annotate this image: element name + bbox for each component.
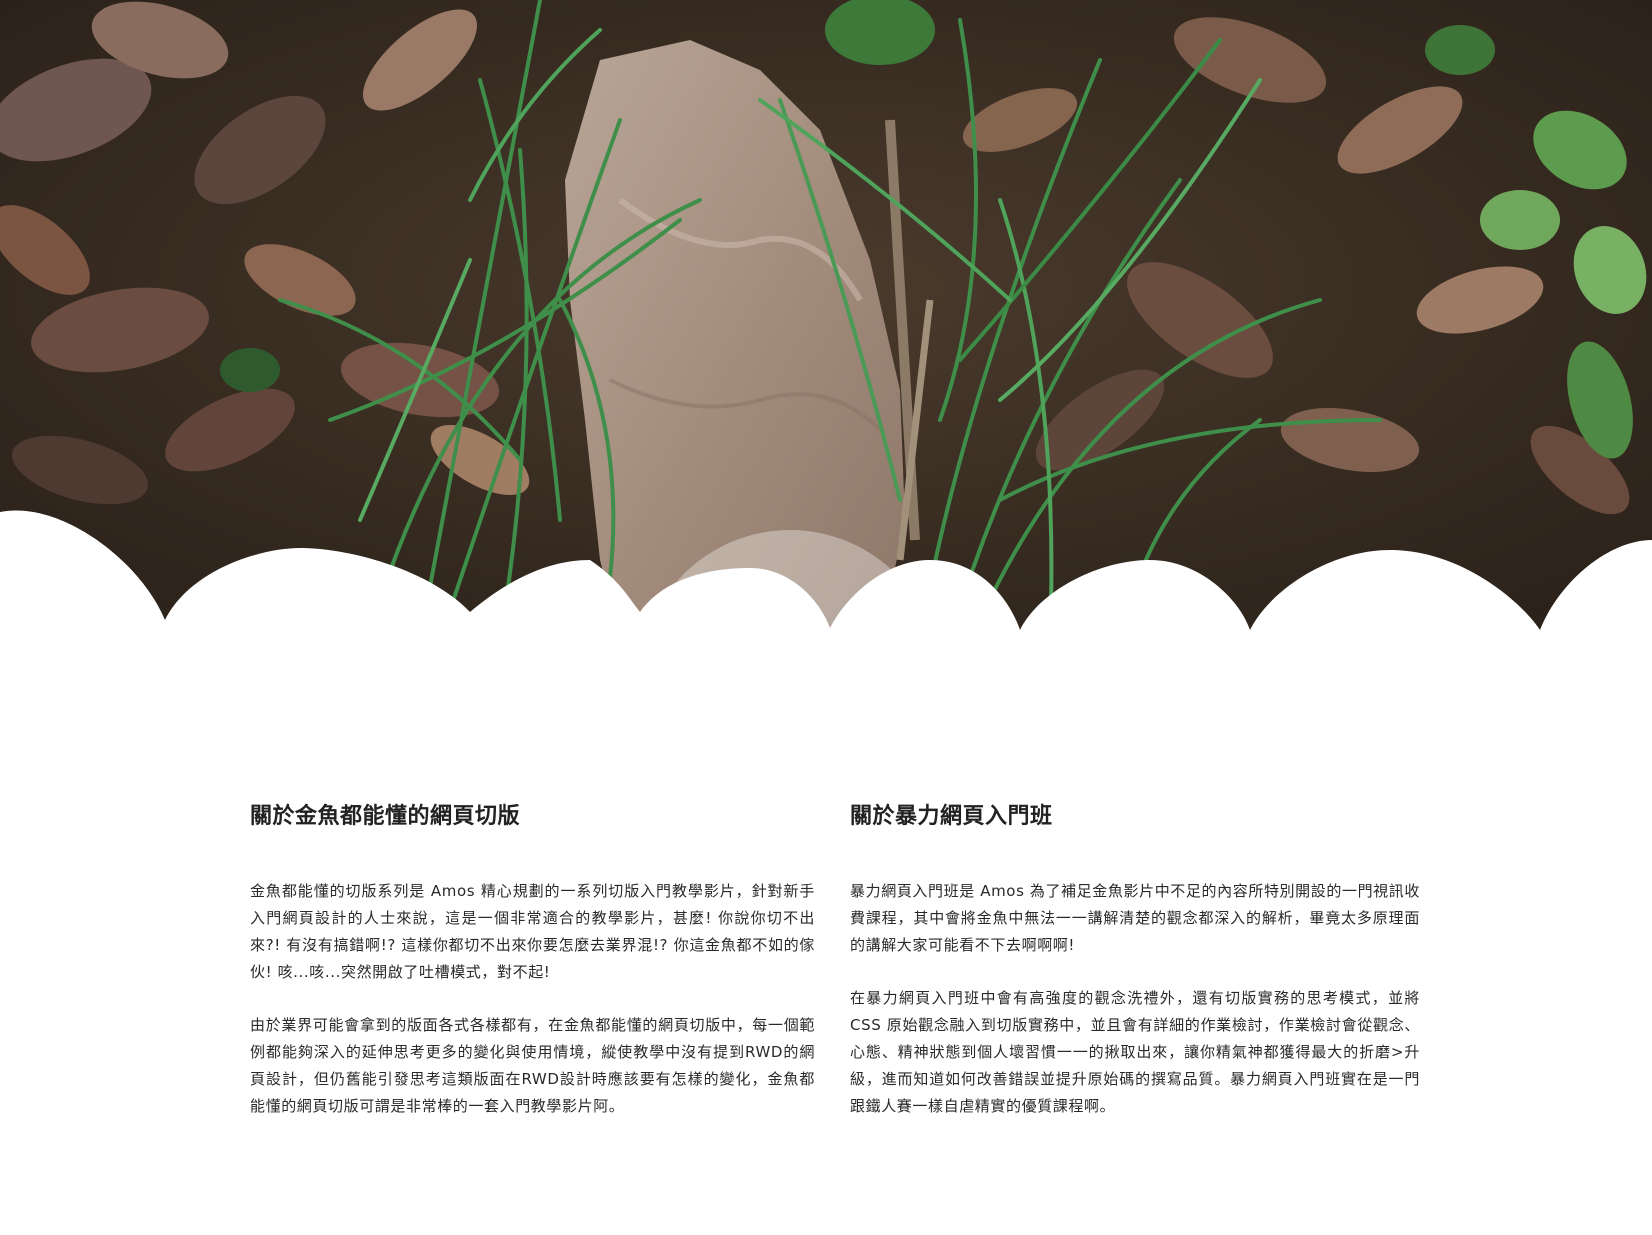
section-title: 關於暴力網頁入門班 <box>850 804 1053 829</box>
section-paragraph: 由於業界可能會拿到的版面各式各樣都有，在金魚都能懂的網頁切版中，每一個範例都能夠… <box>250 1016 815 1115</box>
hero-image <box>0 0 1652 640</box>
section-goldfish: 關於金魚都能懂的網頁切版 金魚都能懂的切版系列是 Amos 精心規劃的一系列切版… <box>250 800 815 1146</box>
section-title: 關於金魚都能懂的網頁切版 <box>250 804 521 829</box>
section-bootcamp: 關於暴力網頁入門班 暴力網頁入門班是 Amos 為了補足金魚影片中不足的內容所特… <box>850 800 1420 1146</box>
about-sections: 關於金魚都能懂的網頁切版 金魚都能懂的切版系列是 Amos 精心規劃的一系列切版… <box>250 800 1420 1146</box>
hero-photo <box>0 0 1652 640</box>
section-paragraph: 在暴力網頁入門班中會有高強度的觀念洗禮外，還有切版實務的思考模式，並將 CSS … <box>850 989 1420 1115</box>
section-paragraph: 金魚都能懂的切版系列是 Amos 精心規劃的一系列切版入門教學影片，針對新手入門… <box>250 882 815 981</box>
section-paragraph: 暴力網頁入門班是 Amos 為了補足金魚影片中不足的內容所特別開設的一門視訊收費… <box>850 882 1420 954</box>
